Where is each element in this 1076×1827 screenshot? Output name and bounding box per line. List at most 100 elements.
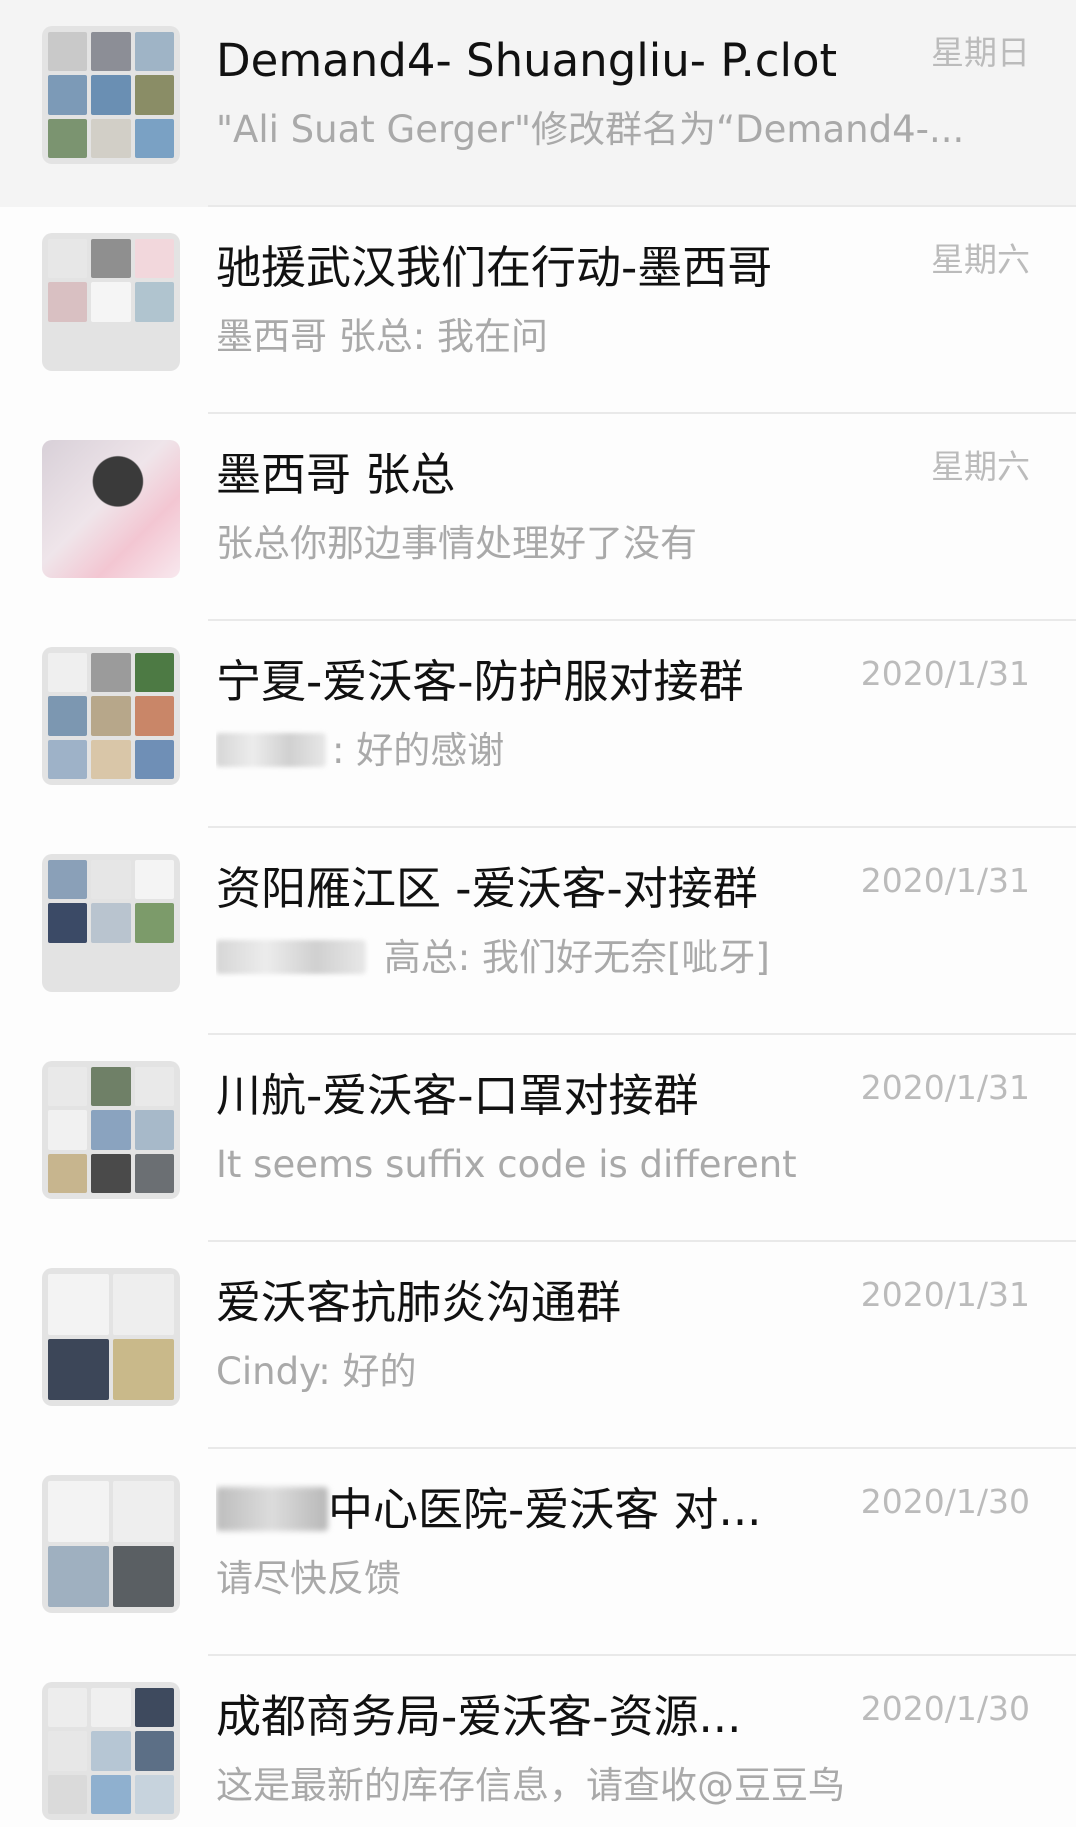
avatar-tile xyxy=(91,1110,131,1150)
chat-title-text: 资阳雁江区 -爱沃客-对接群 xyxy=(216,862,758,915)
chat-timestamp: 2020/1/31 xyxy=(860,1068,1030,1107)
group-avatar[interactable] xyxy=(42,26,180,164)
avatar-tile xyxy=(134,75,174,115)
chat-preview: : 好的感谢 xyxy=(216,725,996,777)
chat-preview: 高总: 我们好无奈[呲牙] xyxy=(216,932,996,984)
avatar-tile xyxy=(113,1546,174,1607)
chat-list: Demand4- Shuangliu- P.cloth 星期日 "Ali Suat … xyxy=(0,0,1076,1827)
chat-preview-text: 高总: 我们好无奈[呲牙] xyxy=(372,936,770,979)
chat-title: 爱沃客抗肺炎沟通群 xyxy=(216,1272,836,1334)
avatar-tile xyxy=(48,696,88,736)
avatar-tile xyxy=(134,696,174,736)
avatar-tile xyxy=(91,239,131,279)
redacted-name xyxy=(216,1487,328,1531)
avatar-tile xyxy=(91,1067,131,1107)
avatar-tile xyxy=(48,75,88,115)
chat-item[interactable]: 墨西哥 张总 星期六 张总你那边事情处理好了没有 xyxy=(0,414,1076,621)
avatar-tile xyxy=(91,860,131,900)
avatar-tile xyxy=(91,118,131,158)
chat-item[interactable]: 中心医院-爱沃客 对... 2020/1/30 请尽快反馈 xyxy=(0,1449,1076,1656)
avatar-tile xyxy=(91,653,131,693)
chat-preview-text: 请尽快反馈 xyxy=(216,1557,401,1600)
avatar-tile xyxy=(113,1274,174,1335)
avatar-tile xyxy=(48,653,88,693)
group-avatar[interactable] xyxy=(42,1268,180,1406)
chat-timestamp: 2020/1/31 xyxy=(860,654,1030,693)
avatar-tile xyxy=(48,282,88,322)
redacted-sender xyxy=(216,940,366,974)
avatar-tile xyxy=(48,860,88,900)
chat-preview-text: Cindy: 好的 xyxy=(216,1350,417,1393)
avatar-tile xyxy=(113,1481,174,1542)
avatar-tile xyxy=(91,1153,131,1193)
avatar-tile xyxy=(91,1688,131,1728)
group-avatar[interactable] xyxy=(42,647,180,785)
avatar-tile xyxy=(48,1546,109,1607)
chat-title: 驰援武汉我们在行动-墨西哥 xyxy=(216,237,836,299)
avatar-tile xyxy=(48,1731,88,1771)
avatar-tile xyxy=(134,32,174,72)
chat-item[interactable]: 川航-爱沃客-口罩对接群 2020/1/31 It seems suffix cod… xyxy=(0,1035,1076,1242)
avatar-tile xyxy=(48,1481,109,1542)
chat-title-text: 川航-爱沃客-口罩对接群 xyxy=(216,1069,699,1122)
avatar-tile xyxy=(48,32,88,72)
avatar-tile xyxy=(91,1774,131,1814)
avatar-tile xyxy=(134,1067,174,1107)
contact-avatar[interactable] xyxy=(42,440,180,578)
chat-item[interactable]: 成都商务局-爱沃客-资源... 2020/1/30 这是最新的库存信息，请查收@豆豆… xyxy=(0,1656,1076,1827)
chat-preview-text: "Ali Suat Gerger"修改群名为“Demand4-... xyxy=(216,108,965,151)
group-avatar[interactable] xyxy=(42,1475,180,1613)
avatar-tile xyxy=(134,118,174,158)
avatar-tile xyxy=(134,1688,174,1728)
chat-item[interactable]: 宁夏-爱沃客-防护服对接群 2020/1/31 : 好的感谢 xyxy=(0,621,1076,828)
chat-preview: "Ali Suat Gerger"修改群名为“Demand4-... xyxy=(216,104,996,156)
chat-timestamp: 星期日 xyxy=(931,33,1030,72)
chat-preview-text: 这是最新的库存信息，请查收@豆豆鸟 xyxy=(216,1764,845,1807)
avatar-tile xyxy=(48,1774,88,1814)
avatar-tile xyxy=(134,860,174,900)
chat-item[interactable]: 资阳雁江区 -爱沃客-对接群 2020/1/31 高总: 我们好无奈[呲牙] xyxy=(0,828,1076,1035)
chat-timestamp: 星期六 xyxy=(931,447,1030,486)
avatar-tile xyxy=(91,75,131,115)
group-avatar[interactable] xyxy=(42,1682,180,1820)
avatar-tile xyxy=(48,739,88,779)
avatar-tile xyxy=(48,1110,88,1150)
avatar-tile xyxy=(113,1339,174,1400)
chat-item[interactable]: 爱沃客抗肺炎沟通群 2020/1/31 Cindy: 好的 xyxy=(0,1242,1076,1449)
chat-preview-text: 张总你那边事情处理好了没有 xyxy=(216,522,697,565)
chat-item[interactable]: Demand4- Shuangliu- P.cloth 星期日 "Ali Suat … xyxy=(0,0,1076,207)
chat-title: 中心医院-爱沃客 对... xyxy=(216,1479,836,1541)
avatar-tile xyxy=(134,903,174,943)
group-avatar[interactable] xyxy=(42,233,180,371)
avatar-tile xyxy=(48,1339,109,1400)
chat-title: 资阳雁江区 -爱沃客-对接群 xyxy=(216,858,836,920)
avatar-tile xyxy=(134,1731,174,1771)
group-avatar[interactable] xyxy=(42,1061,180,1199)
avatar-tile xyxy=(48,118,88,158)
chat-title-text: 宁夏-爱沃客-防护服对接群 xyxy=(216,655,744,708)
chat-title: 宁夏-爱沃客-防护服对接群 xyxy=(216,651,836,713)
chat-title: 成都商务局-爱沃客-资源... xyxy=(216,1686,836,1748)
chat-title-text: 成都商务局-爱沃客-资源... xyxy=(216,1690,742,1743)
chat-timestamp: 2020/1/31 xyxy=(860,861,1030,900)
chat-preview: 这是最新的库存信息，请查收@豆豆鸟 xyxy=(216,1760,996,1812)
avatar-tile xyxy=(48,903,88,943)
chat-title-text: 爱沃客抗肺炎沟通群 xyxy=(216,1276,622,1329)
avatar-tile xyxy=(91,32,131,72)
chat-preview: 请尽快反馈 xyxy=(216,1553,996,1605)
chat-timestamp: 星期六 xyxy=(931,240,1030,279)
avatar-tile xyxy=(48,1153,88,1193)
chat-item[interactable]: 驰援武汉我们在行动-墨西哥 星期六 墨西哥 张总: 我在问 xyxy=(0,207,1076,414)
chat-timestamp: 2020/1/30 xyxy=(860,1689,1030,1728)
chat-preview-text: : 好的感谢 xyxy=(332,729,505,772)
redacted-sender xyxy=(216,733,326,767)
avatar-tile xyxy=(134,282,174,322)
chat-title: Demand4- Shuangliu- P.cloth xyxy=(216,30,836,92)
avatar-tile xyxy=(134,239,174,279)
group-avatar[interactable] xyxy=(42,854,180,992)
avatar-tile xyxy=(134,739,174,779)
chat-timestamp: 2020/1/31 xyxy=(860,1275,1030,1314)
avatar-tile xyxy=(48,239,88,279)
avatar-tile xyxy=(48,1688,88,1728)
chat-preview-text: It seems suffix code is different xyxy=(216,1143,797,1186)
